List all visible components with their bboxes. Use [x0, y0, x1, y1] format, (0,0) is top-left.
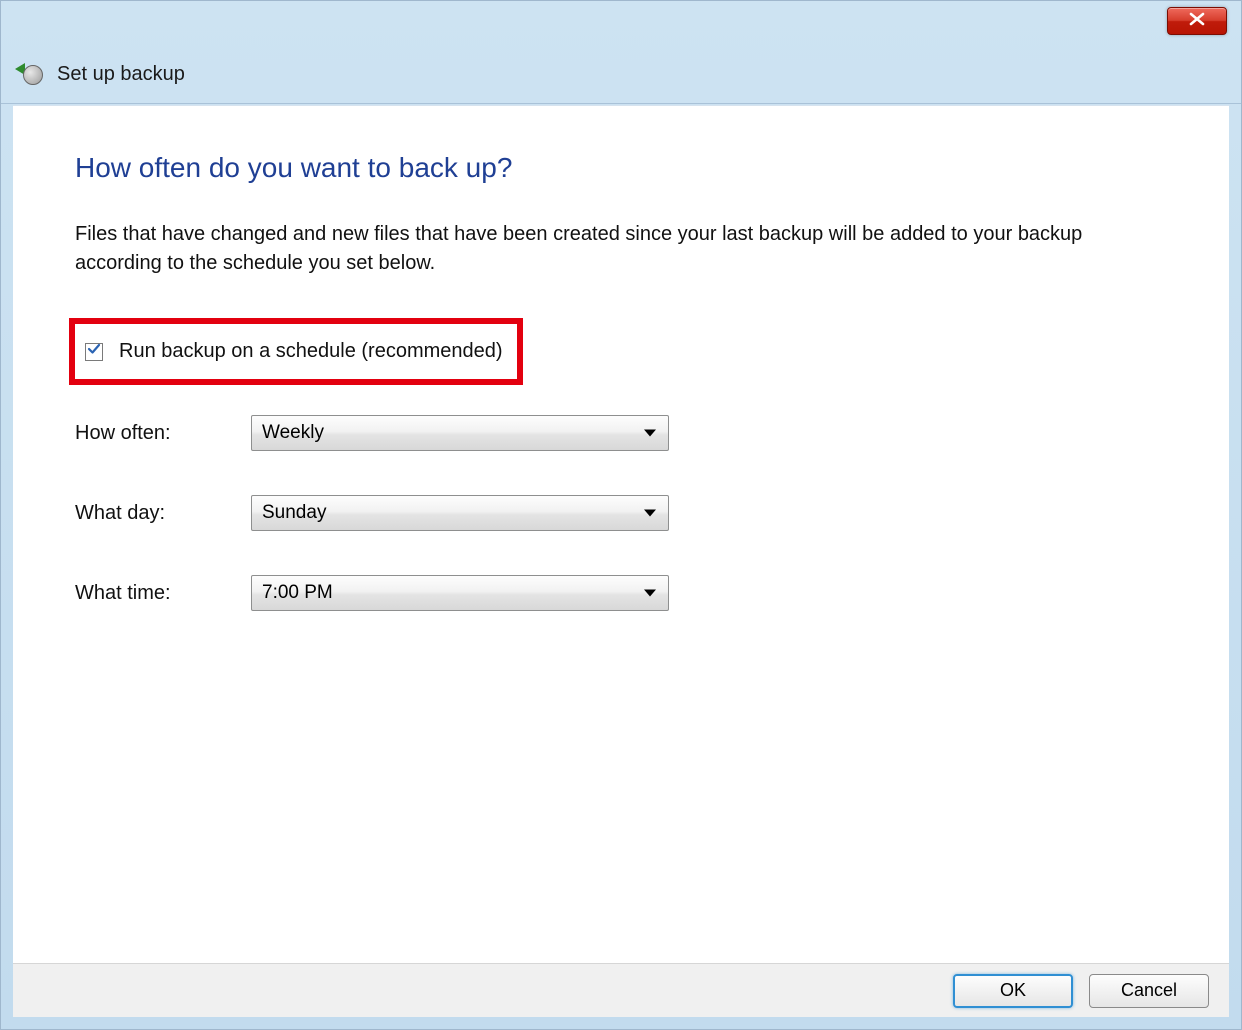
chevron-down-icon [644, 510, 656, 517]
ok-button-label: OK [1000, 980, 1026, 1001]
how-often-row: How often: Weekly [75, 415, 1167, 451]
wizard-header: Set up backup [1, 46, 1241, 104]
what-time-value: 7:00 PM [262, 582, 333, 604]
what-day-label: What day: [75, 502, 251, 525]
what-time-row: What time: 7:00 PM [75, 575, 1167, 611]
what-day-value: Sunday [262, 502, 326, 524]
how-often-value: Weekly [262, 422, 324, 444]
page-description: Files that have changed and new files th… [75, 220, 1095, 278]
what-day-dropdown[interactable]: Sunday [251, 495, 669, 531]
what-time-label: What time: [75, 582, 251, 605]
close-icon [1188, 12, 1206, 31]
chevron-down-icon [644, 590, 656, 597]
checkmark-icon [87, 342, 101, 361]
cancel-button-label: Cancel [1121, 980, 1177, 1001]
what-day-row: What day: Sunday [75, 495, 1167, 531]
run-on-schedule-label: Run backup on a schedule (recommended) [119, 340, 503, 363]
content-panel: How often do you want to back up? Files … [13, 105, 1229, 969]
wizard-window: Set up backup How often do you want to b… [0, 0, 1242, 1030]
page-heading: How often do you want to back up? [75, 152, 1167, 184]
backup-wizard-icon [17, 61, 45, 89]
run-on-schedule-checkbox[interactable] [85, 343, 103, 361]
wizard-title: Set up backup [57, 63, 185, 86]
what-time-dropdown[interactable]: 7:00 PM [251, 575, 669, 611]
ok-button[interactable]: OK [953, 974, 1073, 1008]
how-often-dropdown[interactable]: Weekly [251, 415, 669, 451]
schedule-checkbox-highlight: Run backup on a schedule (recommended) [69, 318, 523, 385]
chevron-down-icon [644, 430, 656, 437]
wizard-footer: OK Cancel [13, 963, 1229, 1017]
how-often-label: How often: [75, 422, 251, 445]
close-button[interactable] [1167, 7, 1227, 35]
cancel-button[interactable]: Cancel [1089, 974, 1209, 1008]
